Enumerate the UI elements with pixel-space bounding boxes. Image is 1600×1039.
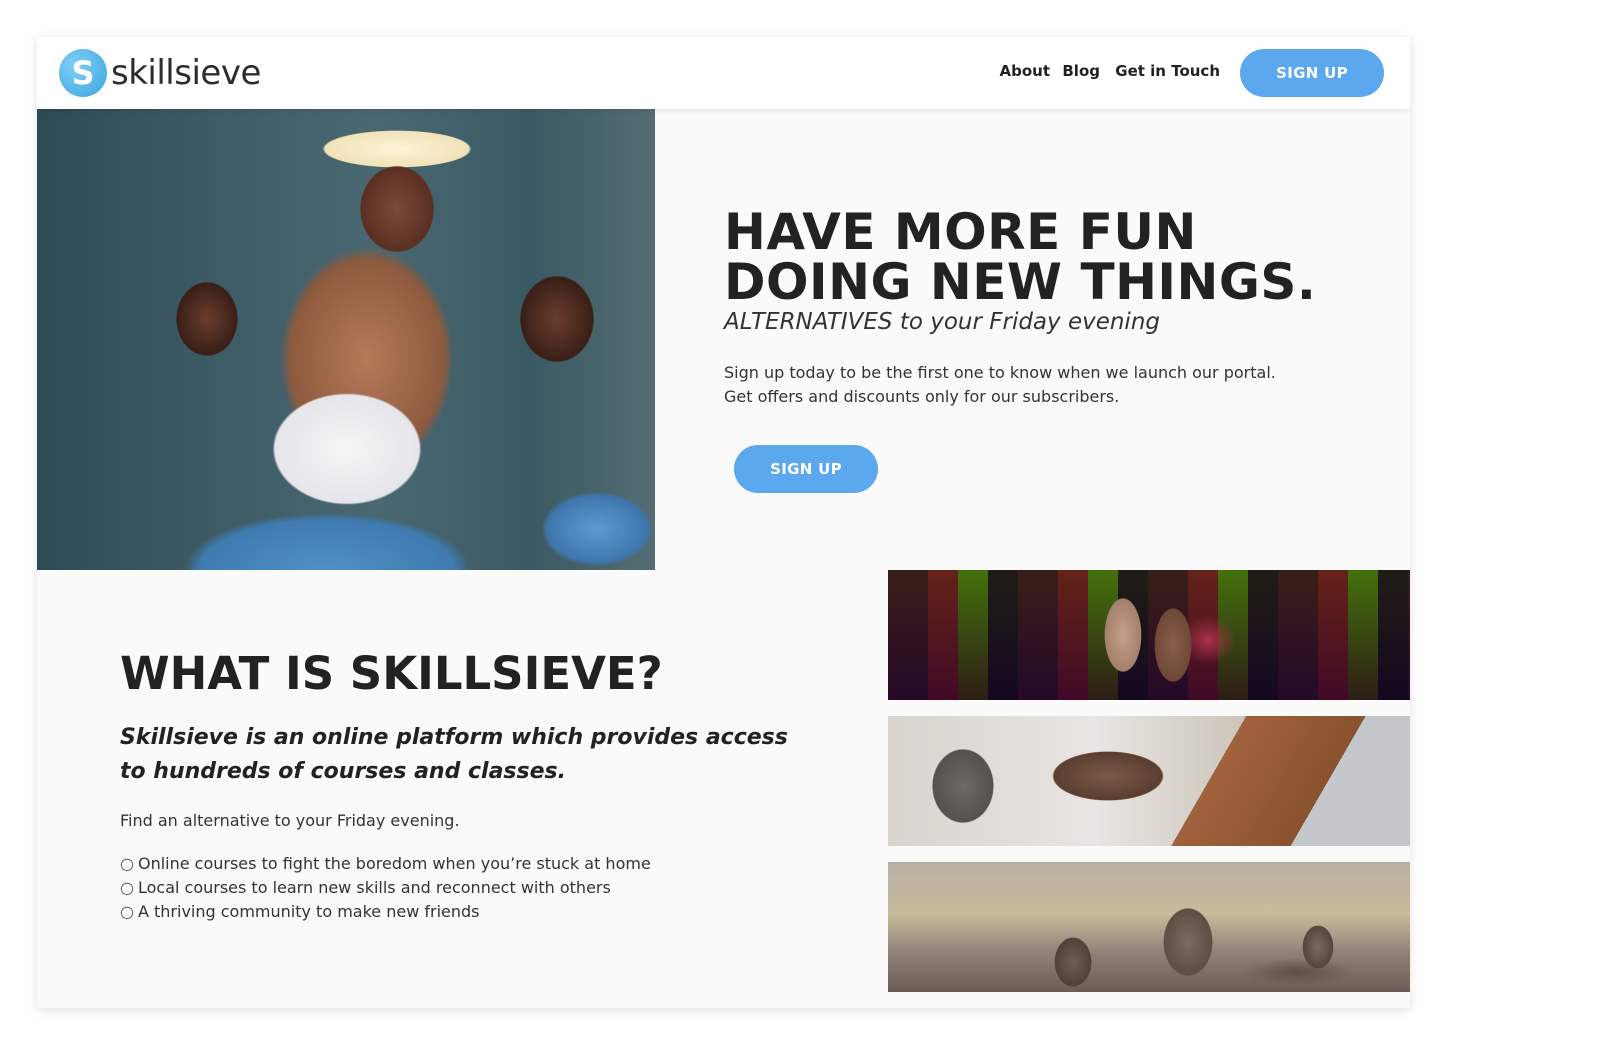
header-signup-button[interactable]: SIGN UP bbox=[1240, 49, 1384, 97]
about-intro: Find an alternative to your Friday eveni… bbox=[120, 811, 460, 830]
main-nav: About Blog Get in Touch SIGN UP bbox=[810, 37, 1410, 109]
pottery-image bbox=[888, 862, 1410, 992]
nav-link-about[interactable]: About bbox=[999, 62, 1050, 80]
list-item-text: Online courses to fight the boredom when… bbox=[137, 854, 651, 873]
about-section: WHAT IS SKILLSIEVE? Skillsieve is an onl… bbox=[120, 649, 810, 924]
list-item-text: A thriving community to make new friends bbox=[137, 902, 480, 921]
hero-signup-button[interactable]: SIGN UP bbox=[734, 445, 878, 493]
yoga-image bbox=[888, 716, 1410, 846]
bullet-circle-icon: ○ bbox=[120, 854, 134, 873]
about-lead: Skillsieve is an online platform which p… bbox=[120, 725, 788, 784]
hero-image-dancers bbox=[37, 109, 655, 570]
page: S skillsieve About Blog Get in Touch SIG… bbox=[37, 37, 1410, 1008]
about-points-list: ○ Online courses to fight the boredom whe… bbox=[120, 852, 810, 924]
bullet-circle-icon: ○ bbox=[120, 878, 134, 897]
list-item: ○ A thriving community to make new friend… bbox=[120, 900, 810, 924]
hero-description: Sign up today to be the first one to kno… bbox=[724, 361, 1364, 409]
hero-title-line2: DOING NEW THINGS. bbox=[724, 253, 1317, 311]
about-title: WHAT IS SKILLSIEVE? bbox=[120, 647, 663, 700]
logo-icon: S bbox=[59, 49, 107, 97]
hero-subtitle-emphasis: ALTERNATIVES bbox=[724, 309, 893, 335]
hero-subtitle: ALTERNATIVES to your Friday evening bbox=[724, 309, 1364, 335]
nav-link-get-in-touch[interactable]: Get in Touch bbox=[1115, 62, 1220, 80]
logo-text: skillsieve bbox=[111, 53, 261, 93]
bullet-circle-icon: ○ bbox=[120, 902, 134, 921]
site-header: S skillsieve About Blog Get in Touch SIG… bbox=[37, 37, 1410, 109]
logo[interactable]: S skillsieve bbox=[59, 49, 261, 97]
nav-link-blog[interactable]: Blog bbox=[1062, 62, 1100, 80]
hero-desc-line1: Sign up today to be the first one to kno… bbox=[724, 363, 1276, 382]
hero-title: HAVE MORE FUN DOING NEW THINGS. bbox=[724, 207, 1364, 307]
street-dance-image bbox=[888, 570, 1410, 700]
hero-text: HAVE MORE FUN DOING NEW THINGS. ALTERNAT… bbox=[724, 207, 1364, 409]
list-item-text: Local courses to learn new skills and re… bbox=[137, 878, 611, 897]
list-item: ○ Online courses to fight the boredom whe… bbox=[120, 852, 810, 876]
hero-subtitle-rest: to your Friday evening bbox=[892, 309, 1161, 335]
list-item: ○ Local courses to learn new skills and r… bbox=[120, 876, 810, 900]
hero-desc-line2: Get offers and discounts only for our su… bbox=[724, 387, 1120, 406]
